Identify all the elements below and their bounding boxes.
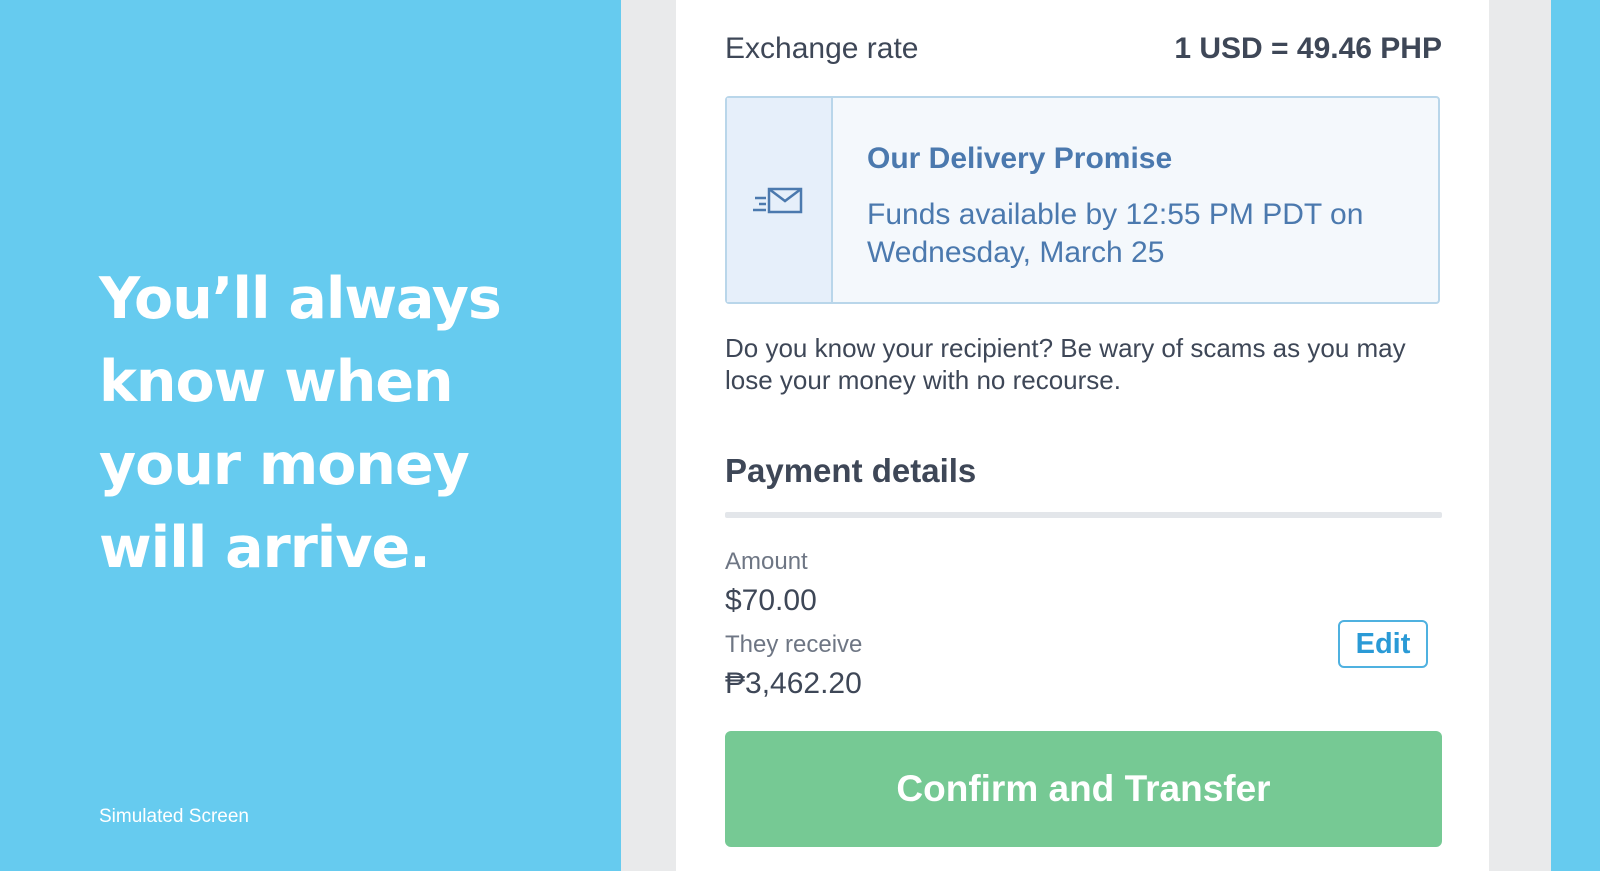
headline-line: will arrive. [99, 515, 431, 581]
scam-warning-text: Do you know your recipient? Be wary of s… [725, 333, 1406, 395]
headline-line: You’ll always [99, 266, 502, 332]
exchange-rate-label: Exchange rate [725, 32, 919, 65]
payment-details-title: Payment details [725, 452, 977, 489]
headline-line: know when [99, 349, 454, 415]
promo-headline: You’ll always know when your money will … [99, 258, 599, 590]
simulated-screen-note: Simulated Screen [99, 806, 249, 827]
brand-strip [1551, 0, 1600, 871]
exchange-rate-value: 1 USD = 49.46 PHP [1174, 32, 1442, 65]
background-gap [621, 0, 676, 871]
delivery-promise-card: Our Delivery Promise Funds available by … [725, 96, 1440, 304]
envelope-speed-icon [753, 187, 803, 214]
delivery-icon-column [727, 98, 833, 302]
promo-panel: You’ll always know when your money will … [0, 0, 621, 871]
exchange-rate-row: Exchange rate 1 USD = 49.46 PHP [725, 32, 1442, 72]
app-screen: Exchange rate 1 USD = 49.46 PHP Our Deli… [676, 0, 1489, 871]
headline-line: your money [99, 432, 470, 498]
receive-value: ₱3,462.20 [725, 667, 862, 700]
amount-label: Amount [725, 548, 808, 575]
amount-value: $70.00 [725, 584, 817, 617]
delivery-promise-text: Funds available by 12:55 PM PDT on Wedne… [867, 198, 1364, 269]
edit-button[interactable]: Edit [1338, 620, 1428, 668]
receive-label: They receive [725, 631, 863, 658]
delivery-promise-title: Our Delivery Promise [867, 142, 1173, 175]
section-divider [725, 512, 1442, 518]
confirm-transfer-button[interactable]: Confirm and Transfer [725, 731, 1442, 847]
